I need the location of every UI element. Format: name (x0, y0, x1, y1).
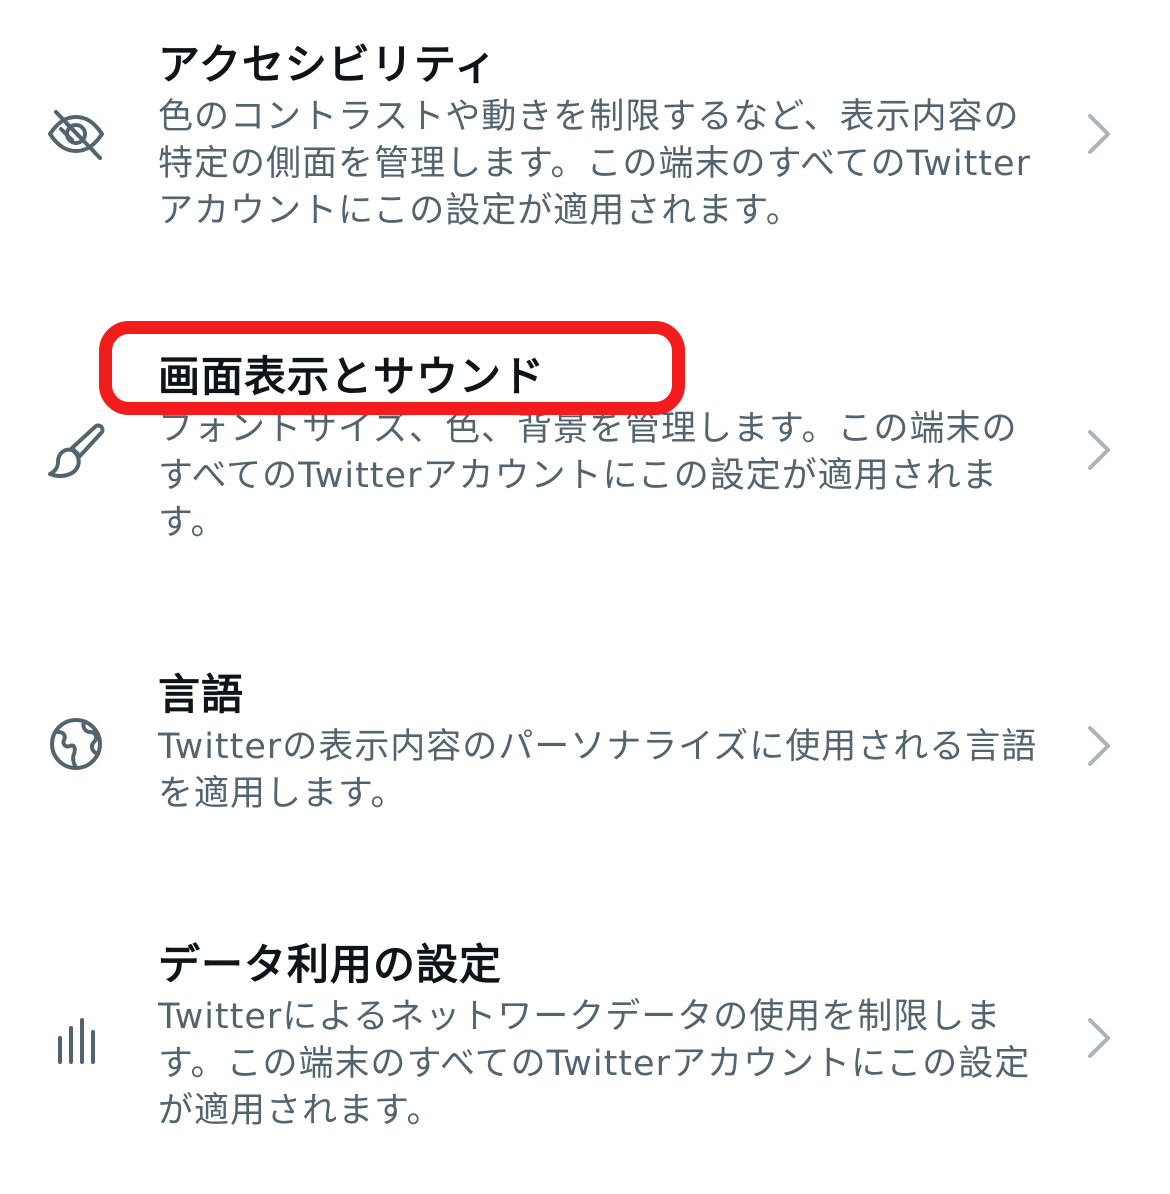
item-title: データ利用の設定 (158, 940, 503, 989)
settings-item-display-and-sound[interactable]: 画面表示とサウンド フォントサイズ、色、背景を管理します。この端末のすべてのTw… (0, 352, 1170, 552)
chevron-right-icon (1082, 426, 1114, 474)
paintbrush-icon (44, 420, 108, 484)
item-description: Twitterの表示内容のパーソナライズに使用される言語を適用します。 (158, 727, 1038, 814)
item-title: 言語 (158, 670, 245, 719)
data-usage-bars-icon (44, 1008, 108, 1072)
settings-list: アクセシビリティ 色のコントラストや動きを制限するなど、表示内容の特定の側面を管… (0, 0, 1170, 1194)
item-description: 色のコントラストや動きを制限するなど、表示内容の特定の側面を管理します。この端末… (158, 97, 1031, 231)
globe-icon (44, 712, 108, 776)
settings-item-data-usage[interactable]: データ利用の設定 Twitterによるネットワークデータの使用を制限します。この… (0, 940, 1170, 1140)
item-title: アクセシビリティ (158, 40, 498, 89)
item-description: フォントサイズ、色、背景を管理します。この端末のすべてのTwitterアカウント… (158, 409, 1018, 543)
item-title: 画面表示とサウンド (158, 352, 546, 401)
chevron-right-icon (1082, 1014, 1114, 1062)
chevron-right-icon (1082, 110, 1114, 158)
item-description: Twitterによるネットワークデータの使用を制限します。この端末のすべてのTw… (158, 997, 1031, 1131)
chevron-right-icon (1082, 722, 1114, 770)
settings-item-accessibility[interactable]: アクセシビリティ 色のコントラストや動きを制限するなど、表示内容の特定の側面を管… (0, 40, 1170, 240)
settings-item-language[interactable]: 言語 Twitterの表示内容のパーソナライズに使用される言語を適用します。 (0, 670, 1170, 820)
accessibility-eye-slash-icon (44, 102, 108, 166)
